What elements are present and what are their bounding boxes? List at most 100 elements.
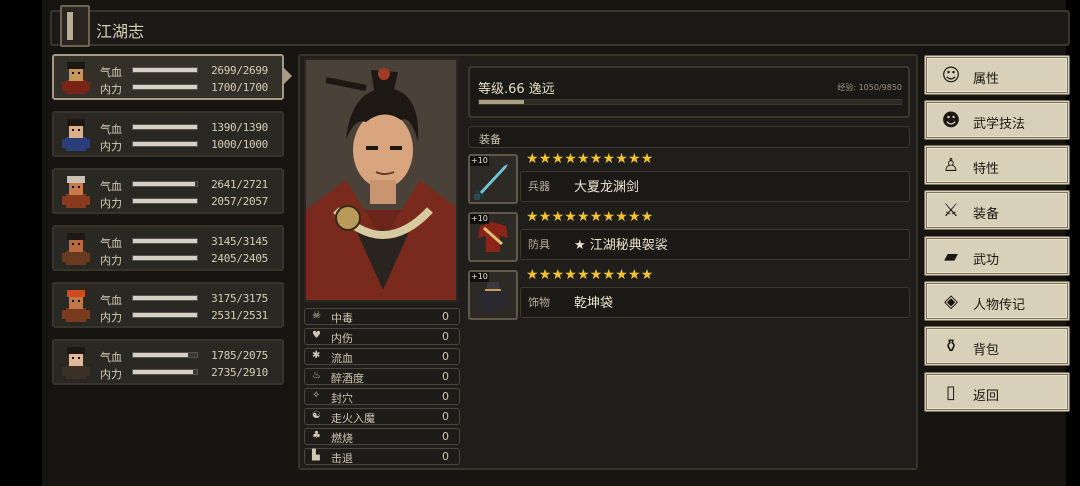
experience-bar-fill [479, 100, 524, 104]
hp-value: 1390/1390 [211, 121, 268, 134]
status-name: 击退 [331, 452, 353, 465]
trait-icon: ♙ [942, 155, 960, 176]
hp-bar [132, 295, 198, 301]
equipment-type: 兵器 [528, 180, 550, 193]
menu-button-label: 人物传记 [973, 298, 1026, 313]
door-icon: ▯ [946, 382, 956, 403]
equipment-item[interactable]: +10 ★★★★★★★★★★ 兵器 大夏龙渊剑 [468, 151, 910, 206]
mp-value: 2057/2057 [211, 195, 268, 208]
status-row: ☠ 中毒 0 [304, 308, 460, 325]
mp-bar [132, 84, 198, 90]
status-value: 0 [442, 430, 449, 443]
mp-bar [132, 312, 198, 318]
demon-icon: ☯ [312, 410, 321, 421]
broken-heart-icon: ♥ [312, 330, 321, 341]
menu-button[interactable]: ▰ 武功 [924, 236, 1070, 276]
mp-label: 内力 [100, 83, 122, 96]
mp-label: 内力 [100, 254, 122, 267]
status-row: ▙ 击退 0 [304, 448, 460, 465]
mp-value: 2735/2910 [211, 366, 268, 379]
party-member-card[interactable]: 气血 3145/3145 内力 2405/2405 [52, 225, 284, 271]
menu-button-label: 背包 [973, 343, 1000, 358]
experience-text: 经验: 1050/9850 [837, 83, 902, 92]
equipment-item[interactable]: +10 ★★★★★★★★★★ 防具 ★ 江湖秘典袈裟 [468, 209, 910, 264]
equipment-name: ★ 江湖秘典袈裟 [574, 238, 668, 253]
menu-button-label: 返回 [973, 389, 1000, 404]
menu-button[interactable]: ◈ 人物传记 [924, 281, 1070, 321]
menu-button-label: 武功 [973, 253, 1000, 268]
party-member-avatar [58, 115, 94, 153]
hp-label: 气血 [100, 237, 122, 250]
status-row: ✱ 流血 0 [304, 348, 460, 365]
sword-icon [470, 164, 516, 206]
selection-arrow-icon [284, 68, 292, 84]
sword-icon: ⚔ [942, 200, 960, 221]
mp-label: 内力 [100, 368, 122, 381]
status-value: 0 [442, 450, 449, 463]
menu-button[interactable]: ♙ 特性 [924, 145, 1070, 185]
mp-value: 1700/1700 [211, 81, 268, 94]
menu-button[interactable]: ☻ 武学技法 [924, 100, 1070, 140]
star-rating: ★★★★★★★★★★ [526, 151, 654, 167]
equipment-slot[interactable]: +10 [468, 212, 518, 262]
page-title: 江湖志 [96, 22, 145, 41]
mp-label: 内力 [100, 140, 122, 153]
mp-value: 1000/1000 [211, 138, 268, 151]
menu-button[interactable]: ⚱ 背包 [924, 326, 1070, 366]
mp-bar-fill [133, 313, 197, 317]
status-name: 内伤 [331, 332, 353, 345]
status-row: ♣ 燃烧 0 [304, 428, 460, 445]
character-portrait [304, 58, 458, 302]
level-name: 等级.66 逸远 [478, 82, 555, 97]
mp-bar-fill [133, 85, 197, 89]
experience-bar [478, 99, 902, 105]
party-member-card[interactable]: 气血 2641/2721 内力 2057/2057 [52, 168, 284, 214]
status-value: 0 [442, 330, 449, 343]
party-member-card[interactable]: 气血 3175/3175 内力 2531/2531 [52, 282, 284, 328]
equipment-slot[interactable]: +10 [468, 270, 518, 320]
party-member-card[interactable]: 气血 2699/2699 内力 1700/1700 [52, 54, 284, 100]
hp-value: 1785/2075 [211, 349, 268, 362]
menu-button-label: 特性 [973, 162, 1000, 177]
hp-value: 3175/3175 [211, 292, 268, 305]
person-icon: ☺ [941, 65, 961, 86]
party-member-avatar [58, 229, 94, 267]
menu-button-label: 武学技法 [973, 117, 1026, 132]
hp-label: 气血 [100, 351, 122, 364]
mp-label: 内力 [100, 311, 122, 324]
hp-bar-fill [133, 68, 197, 72]
hp-label: 气血 [100, 294, 122, 307]
enhance-level: +10 [470, 272, 489, 282]
hp-bar [132, 181, 198, 187]
hp-label: 气血 [100, 123, 122, 136]
party-member-card[interactable]: 气血 1785/2075 内力 2735/2910 [52, 339, 284, 385]
mp-bar [132, 198, 198, 204]
star-rating: ★★★★★★★★★★ [526, 209, 654, 225]
hp-label: 气血 [100, 180, 122, 193]
mp-bar-fill [133, 199, 197, 203]
title-bar [50, 10, 1070, 46]
hp-bar-fill [133, 182, 196, 186]
star-rating: ★★★★★★★★★★ [526, 267, 654, 283]
mp-bar [132, 255, 198, 261]
hp-bar [132, 352, 198, 358]
status-value: 0 [442, 350, 449, 363]
hp-value: 3145/3145 [211, 235, 268, 248]
equipment-type: 防具 [528, 238, 550, 251]
party-member-card[interactable]: 气血 1390/1390 内力 1000/1000 [52, 111, 284, 157]
martial-icon: ☻ [941, 110, 961, 131]
status-name: 封穴 [331, 392, 353, 405]
blood-drop-icon: ✱ [312, 350, 321, 361]
menu-button[interactable]: ▯ 返回 [924, 372, 1070, 412]
status-value: 0 [442, 370, 449, 383]
book-icon [60, 5, 90, 47]
menu-button[interactable]: ⚔ 装备 [924, 190, 1070, 230]
scroll-icon: ▰ [944, 246, 958, 267]
mp-bar-fill [133, 370, 194, 374]
mp-bar-fill [133, 256, 197, 260]
menu-button[interactable]: ☺ 属性 [924, 55, 1070, 95]
party-member-avatar [58, 58, 94, 96]
equipment-slot[interactable]: +10 [468, 154, 518, 204]
equipment-item[interactable]: +10 ★★★★★★★★★★ 饰物 乾坤袋 [468, 267, 910, 322]
status-row: ✧ 封穴 0 [304, 388, 460, 405]
